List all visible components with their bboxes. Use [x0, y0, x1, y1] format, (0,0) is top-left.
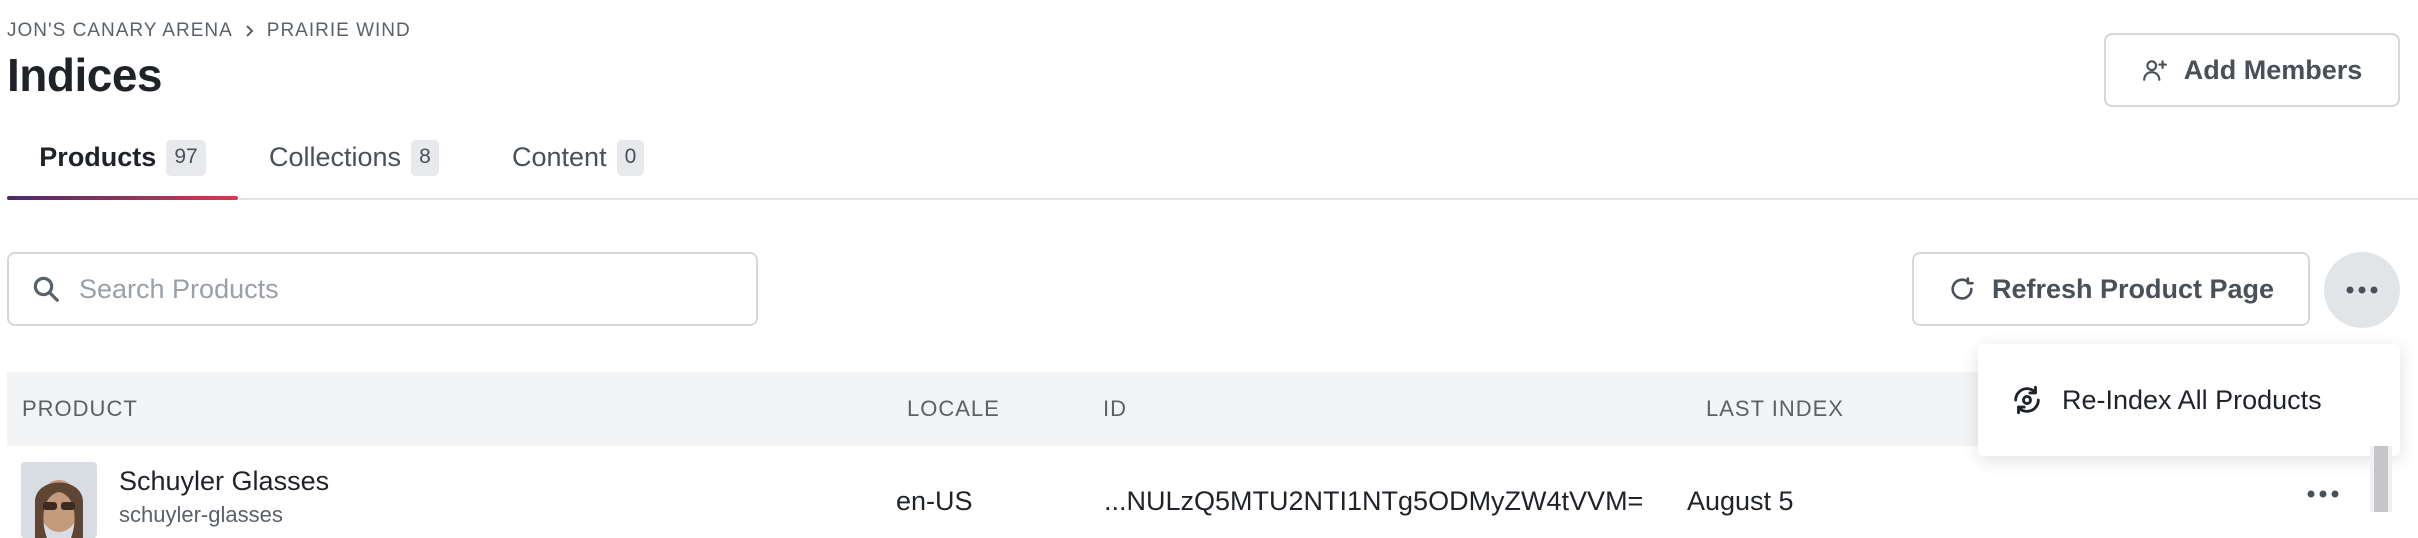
chevron-right-icon — [243, 24, 257, 38]
tab-bar: Products 97 Collections 8 Content 0 — [7, 140, 2418, 200]
breadcrumb-current: Prairie Wind — [266, 20, 411, 41]
scrollbar-thumb[interactable] — [2374, 446, 2388, 512]
refresh-label: Refresh Product Page — [1991, 273, 2275, 304]
page-title: Indices — [7, 49, 163, 101]
breadcrumb: Jon's Canary Arena Prairie Wind — [7, 20, 411, 42]
more-options-menu: Re-Index All Products — [1978, 344, 2400, 456]
product-last-index: August 5 — [1687, 486, 1794, 516]
tab-collections[interactable]: Collections 8 — [269, 140, 439, 198]
tab-count-badge: 8 — [411, 140, 439, 176]
column-header-locale[interactable]: Locale — [907, 372, 1000, 446]
more-horizontal-icon — [2346, 286, 2378, 294]
add-members-button[interactable]: Add Members — [2104, 33, 2400, 107]
tab-label: Collections — [269, 142, 402, 172]
tab-count-badge: 0 — [616, 140, 645, 176]
product-locale: en-US — [896, 486, 973, 516]
user-plus-icon — [2142, 57, 2168, 83]
product-id: ...NULzQ5MTU2NTI1NTg5ODMyZW4tVVM= — [1104, 486, 1644, 516]
tab-content[interactable]: Content 0 — [512, 140, 645, 198]
menu-item-reindex-all[interactable]: Re-Index All Products — [1978, 344, 2400, 456]
search-icon — [31, 274, 61, 304]
add-members-label: Add Members — [2183, 54, 2363, 85]
refresh-icon — [1948, 275, 1976, 303]
product-thumbnail — [21, 462, 97, 538]
search-input[interactable] — [77, 272, 721, 306]
tab-count-badge: 97 — [166, 140, 206, 176]
product-slug: schuyler-glasses — [119, 502, 283, 527]
menu-item-label: Re-Index All Products — [2062, 384, 2322, 415]
more-options-button[interactable] — [2324, 252, 2400, 328]
row-more-options-icon[interactable] — [2307, 490, 2339, 498]
tab-products[interactable]: Products 97 — [7, 140, 238, 200]
table-row[interactable]: Schuyler Glasses schuyler-glasses en-US … — [7, 446, 2397, 538]
tab-label: Products — [39, 142, 157, 172]
column-header-product[interactable]: Product — [22, 372, 138, 446]
refresh-product-page-button[interactable]: Refresh Product Page — [1912, 252, 2310, 326]
product-name[interactable]: Schuyler Glasses — [119, 466, 329, 497]
tab-label: Content — [512, 142, 607, 172]
reindex-icon — [2010, 383, 2044, 417]
breadcrumb-parent[interactable]: Jon's Canary Arena — [7, 20, 233, 42]
column-header-id[interactable]: ID — [1103, 372, 1127, 446]
column-header-last-index[interactable]: Last Index — [1706, 372, 1844, 446]
search-box — [7, 252, 758, 326]
